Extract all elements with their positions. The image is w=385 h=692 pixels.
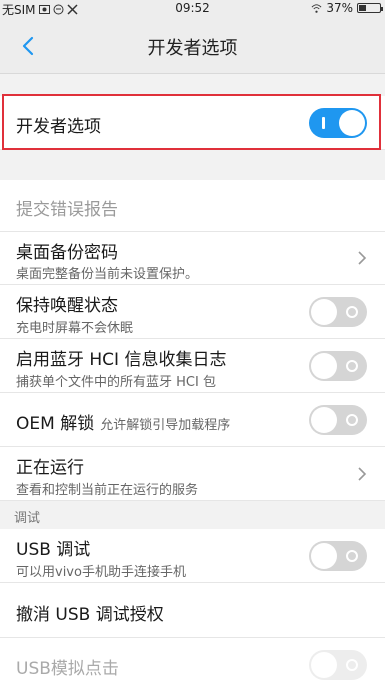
bluetooth-hci-toggle[interactable] xyxy=(309,351,367,381)
usb-debug-toggle[interactable] xyxy=(309,541,367,571)
page-title: 开发者选项 xyxy=(147,38,238,59)
usb-debug-label: USB 调试 xyxy=(16,540,91,560)
app-header: 开发者选项 xyxy=(0,17,385,74)
oem-unlock-subtitle: 允许解锁引导加载程序 xyxy=(100,418,231,433)
backup-password-row[interactable]: 桌面备份密码 桌面完整备份当前未设置保护。 xyxy=(0,232,385,285)
stay-awake-toggle[interactable] xyxy=(309,297,367,327)
backup-password-label: 桌面备份密码 xyxy=(16,243,118,263)
developer-options-toggle[interactable] xyxy=(309,108,367,138)
running-services-label: 正在运行 xyxy=(16,458,84,478)
chevron-right-icon xyxy=(358,467,367,481)
usb-sim-click-label: USB模拟点击 xyxy=(16,659,119,679)
revoke-usb-row[interactable]: 撤消 USB 调试授权 xyxy=(0,583,385,638)
status-bar: 无SIM 09:52 37% xyxy=(0,0,385,17)
usb-sim-click-row[interactable]: USB模拟点击 xyxy=(0,638,385,692)
running-services-subtitle: 查看和控制当前正在运行的服务 xyxy=(16,483,199,498)
oem-unlock-label: OEM 解锁 xyxy=(16,414,95,434)
running-services-row[interactable]: 正在运行 查看和控制当前正在运行的服务 xyxy=(0,447,385,501)
backup-password-subtitle: 桌面完整备份当前未设置保护。 xyxy=(16,267,199,282)
bug-report-row[interactable]: 提交错误报告 xyxy=(0,180,385,232)
stay-awake-row[interactable]: 保持唤醒状态 充电时屏幕不会休眠 xyxy=(0,285,385,339)
developer-options-row[interactable]: 开发者选项 xyxy=(0,96,385,150)
bluetooth-hci-label: 启用蓝牙 HCI 信息收集日志 xyxy=(16,350,227,370)
usb-debug-row[interactable]: USB 调试 可以用vivo手机助手连接手机 xyxy=(0,529,385,583)
chevron-right-icon xyxy=(358,251,367,265)
debug-section-label: 调试 xyxy=(14,511,41,526)
bluetooth-hci-subtitle: 捕获单个文件中的所有蓝牙 HCI 包 xyxy=(16,375,216,390)
bug-report-label: 提交错误报告 xyxy=(16,200,118,220)
usb-debug-subtitle: 可以用vivo手机助手连接手机 xyxy=(16,565,186,580)
revoke-usb-label: 撤消 USB 调试授权 xyxy=(16,605,164,625)
wifi-icon xyxy=(311,3,322,13)
stay-awake-subtitle: 充电时屏幕不会休眠 xyxy=(16,321,134,336)
battery-icon xyxy=(357,3,383,13)
oem-unlock-toggle[interactable] xyxy=(309,405,367,435)
battery-percent: 37% xyxy=(326,1,353,15)
bluetooth-hci-row[interactable]: 启用蓝牙 HCI 信息收集日志 捕获单个文件中的所有蓝牙 HCI 包 xyxy=(0,339,385,393)
developer-options-label: 开发者选项 xyxy=(16,117,101,137)
oem-unlock-row[interactable]: OEM 解锁 允许解锁引导加载程序 xyxy=(0,393,385,447)
stay-awake-label: 保持唤醒状态 xyxy=(16,296,118,316)
usb-sim-click-toggle[interactable] xyxy=(309,650,367,680)
